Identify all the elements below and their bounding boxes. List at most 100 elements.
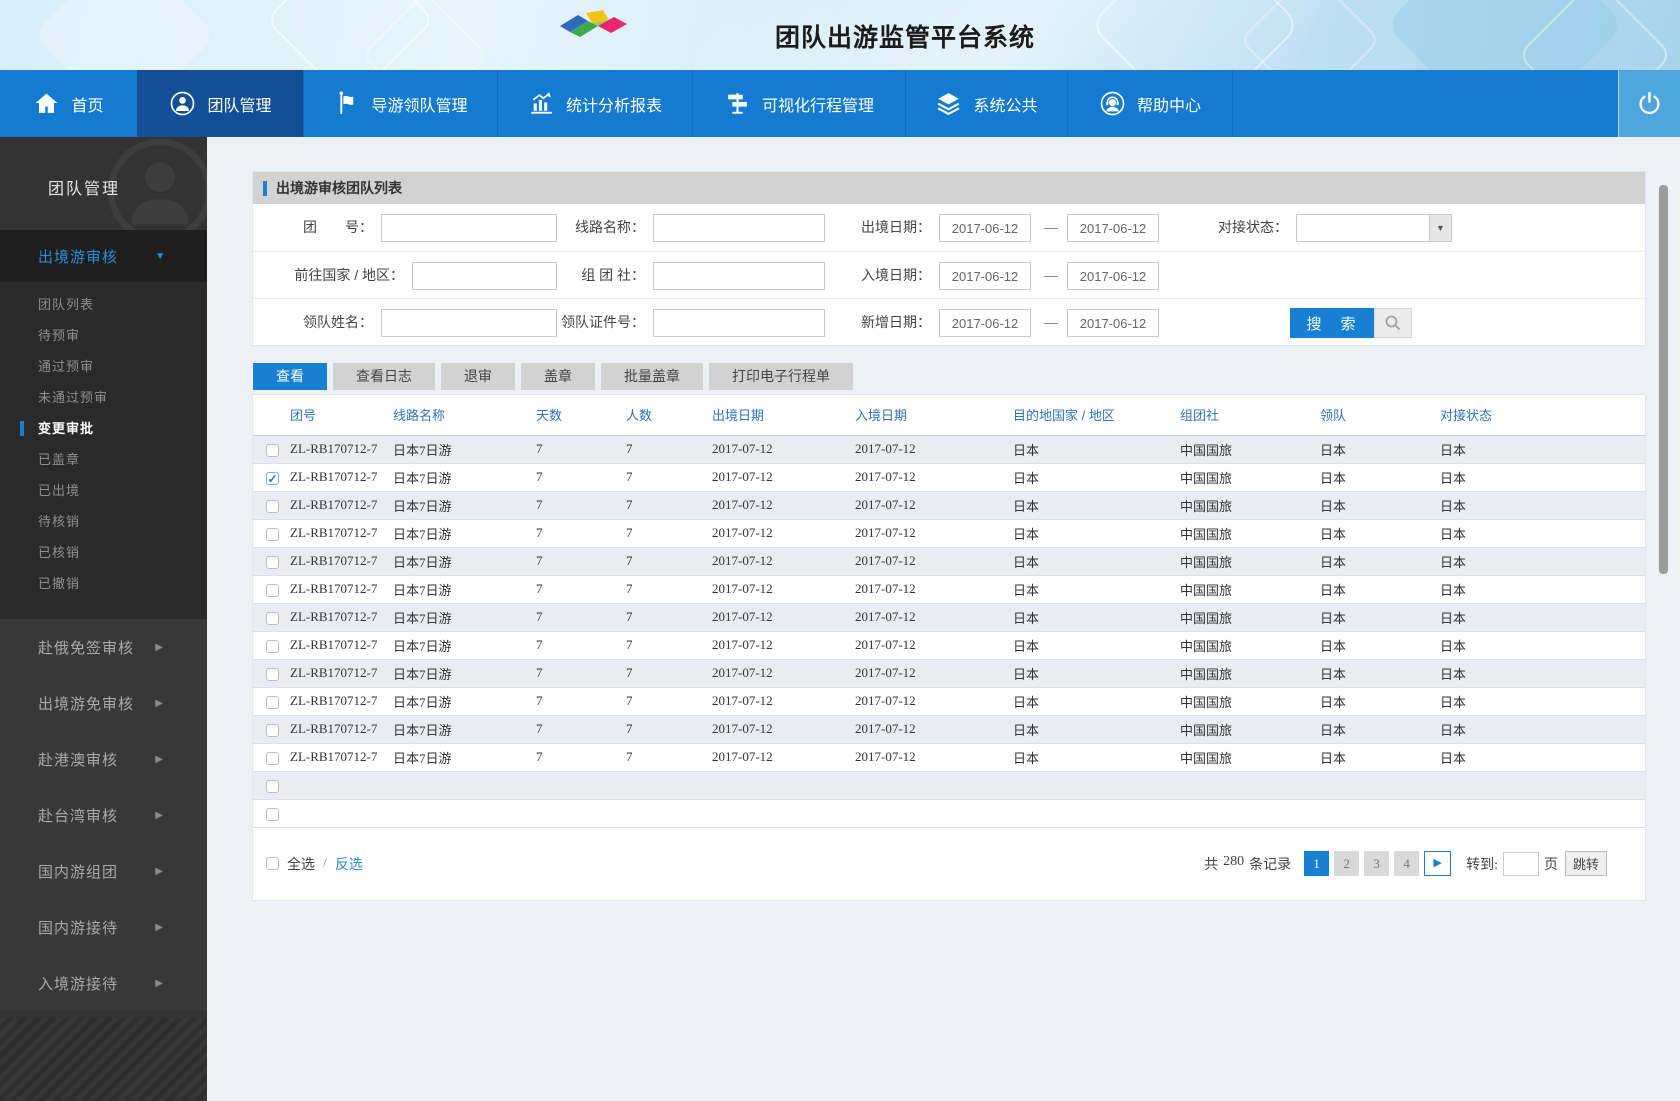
sidebar-item-pending-preview[interactable]: 待预审 bbox=[0, 320, 207, 351]
nav-item-team[interactable]: 团队管理 bbox=[137, 70, 303, 137]
sidebar-group-taiwan[interactable]: 赴台湾审核 ▶ bbox=[0, 787, 207, 843]
row-checkbox[interactable] bbox=[266, 807, 279, 821]
app-logo-icon bbox=[556, 6, 634, 53]
checkbox-cell bbox=[253, 435, 290, 463]
banner-decor bbox=[265, 0, 435, 70]
entry-date-to-input[interactable] bbox=[1067, 262, 1159, 290]
added-date-from-input[interactable] bbox=[939, 309, 1031, 337]
search-button[interactable]: 搜 索 bbox=[1290, 308, 1374, 338]
sidebar-group-outbound-review[interactable]: 出境游审核 ▼ bbox=[0, 230, 207, 282]
table-cell: 中国国旅 bbox=[1180, 554, 1233, 570]
nav-item-guide[interactable]: 导游领队管理 bbox=[303, 70, 497, 137]
nav-item-help[interactable]: 帮助中心 bbox=[1067, 70, 1232, 137]
entry-date-from-input[interactable] bbox=[939, 262, 1031, 290]
page-button-4[interactable]: 4 bbox=[1394, 851, 1420, 876]
sidebar-item-revoked[interactable]: 已撤销 bbox=[0, 568, 207, 599]
table-cell bbox=[855, 799, 1013, 827]
play-arrow-icon: ▶ bbox=[1433, 857, 1442, 869]
chevron-right-icon: ▶ bbox=[155, 641, 163, 653]
table-cell: 日本 bbox=[1013, 666, 1040, 682]
column-header: 天数 bbox=[536, 395, 626, 436]
sidebar-group-domestic-organize[interactable]: 国内游组团 ▶ bbox=[0, 843, 207, 899]
sidebar-item-stamped[interactable]: 已盖章 bbox=[0, 444, 207, 475]
status-select[interactable]: ▼ bbox=[1296, 214, 1452, 242]
page-button-1[interactable]: 1 bbox=[1304, 851, 1330, 876]
nav-item-label: 首页 bbox=[71, 97, 104, 115]
table-footer: 全选 / 反选 共 280 条记录 1 2 3 4 ▶ 转到: 页 跳转 bbox=[253, 827, 1645, 900]
sidebar-group-label: 赴港澳审核 bbox=[38, 751, 119, 769]
route-name-input[interactable] bbox=[653, 214, 825, 242]
nav-item-visual[interactable]: 可视化行程管理 bbox=[692, 70, 905, 137]
row-checkbox[interactable] bbox=[266, 583, 279, 597]
depart-date-from-input[interactable] bbox=[939, 214, 1031, 242]
banner-decor bbox=[1384, 0, 1626, 70]
row-checkbox[interactable] bbox=[266, 611, 279, 625]
nav-item-system[interactable]: 系统公共 bbox=[905, 70, 1067, 137]
table-cell: 日本 bbox=[1013, 442, 1040, 458]
sidebar-item-pending-writeoff[interactable]: 待核销 bbox=[0, 506, 207, 537]
invert-select-link[interactable]: 反选 bbox=[335, 854, 363, 874]
page-button-2[interactable]: 2 bbox=[1334, 851, 1360, 876]
chevron-right-icon: ▶ bbox=[155, 753, 163, 765]
logout-button[interactable] bbox=[1618, 70, 1680, 137]
row-checkbox[interactable] bbox=[266, 751, 279, 765]
row-checkbox[interactable] bbox=[266, 499, 279, 513]
tab-view-log[interactable]: 查看日志 bbox=[333, 363, 435, 390]
nav-item-home[interactable]: 首页 bbox=[0, 70, 137, 137]
table-cell bbox=[1013, 799, 1180, 827]
tab-view[interactable]: 查看 bbox=[253, 363, 327, 390]
sidebar-item-departed[interactable]: 已出境 bbox=[0, 475, 207, 506]
tab-batch-stamp[interactable]: 批量盖章 bbox=[601, 363, 703, 390]
sidebar-item-written-off[interactable]: 已核销 bbox=[0, 537, 207, 568]
nav-item-stats[interactable]: 统计分析报表 bbox=[497, 70, 692, 137]
leader-id-input[interactable] bbox=[653, 309, 825, 337]
added-date-to-input[interactable] bbox=[1067, 309, 1159, 337]
column-header: 入境日期 bbox=[855, 395, 1013, 436]
search-magnifier-button[interactable] bbox=[1374, 308, 1412, 338]
row-checkbox[interactable] bbox=[266, 723, 279, 737]
tab-print-itinerary[interactable]: 打印电子行程单 bbox=[709, 363, 853, 390]
table-cell: 日本 bbox=[1440, 498, 1467, 514]
sidebar-item-change-approval[interactable]: 变更审批 bbox=[0, 413, 207, 444]
sidebar-item-passed-preview[interactable]: 通过预审 bbox=[0, 351, 207, 382]
next-page-button[interactable]: ▶ bbox=[1424, 851, 1452, 876]
depart-date-to-input[interactable] bbox=[1067, 214, 1159, 242]
table-cell bbox=[1180, 771, 1320, 799]
scrollbar[interactable] bbox=[1659, 185, 1668, 574]
row-checkbox[interactable] bbox=[266, 695, 279, 709]
sidebar-group-domestic-reception[interactable]: 国内游接待 ▶ bbox=[0, 899, 207, 955]
row-checkbox[interactable]: ✓ bbox=[266, 471, 279, 485]
row-checkbox[interactable] bbox=[266, 667, 279, 681]
group-no-input[interactable] bbox=[381, 214, 557, 242]
select-all-checkbox[interactable] bbox=[266, 857, 279, 870]
goto-page-input[interactable] bbox=[1503, 851, 1539, 876]
sidebar-group-hk-macau[interactable]: 赴港澳审核 ▶ bbox=[0, 731, 207, 787]
dest-country-input[interactable] bbox=[412, 262, 557, 290]
sidebar-group-outbound-exempt[interactable]: 出境游免审核 ▶ bbox=[0, 675, 207, 731]
checkbox-cell bbox=[253, 575, 290, 603]
tab-reject[interactable]: 退审 bbox=[441, 363, 515, 390]
sidebar-group-russia-visa[interactable]: 赴俄免签审核 ▶ bbox=[0, 619, 207, 675]
row-checkbox[interactable] bbox=[266, 555, 279, 569]
sidebar-item-team-list[interactable]: 团队列表 bbox=[0, 289, 207, 320]
row-checkbox[interactable] bbox=[266, 779, 279, 793]
table-cell: 中国国旅 bbox=[1180, 470, 1233, 486]
leader-id-label: 领队证件号： bbox=[561, 314, 645, 330]
sidebar-group-inbound-reception[interactable]: 入境游接待 ▶ bbox=[0, 955, 207, 1011]
table-cell: 日本 bbox=[1440, 610, 1467, 626]
agency-input[interactable] bbox=[653, 262, 825, 290]
table-cell: 日本 bbox=[1440, 638, 1467, 654]
page-button-3[interactable]: 3 bbox=[1364, 851, 1390, 876]
leader-name-label: 领队姓名： bbox=[303, 314, 373, 330]
sidebar-item-failed-preview[interactable]: 未通过预审 bbox=[0, 382, 207, 413]
leader-name-input[interactable] bbox=[381, 309, 557, 337]
tab-stamp[interactable]: 盖章 bbox=[521, 363, 595, 390]
table-row: ZL-RB170712-7 日本7日游 7 7 2017-07-12 2017-07-12… bbox=[253, 659, 1645, 687]
row-checkbox[interactable] bbox=[266, 527, 279, 541]
jump-button[interactable]: 跳转 bbox=[1565, 851, 1607, 876]
table-cell: 2017-07-12 bbox=[712, 441, 773, 456]
table-cell: 日本 bbox=[1013, 582, 1040, 598]
row-checkbox[interactable] bbox=[266, 639, 279, 653]
row-checkbox[interactable] bbox=[266, 443, 279, 457]
table-cell: 日本 bbox=[1440, 750, 1467, 766]
